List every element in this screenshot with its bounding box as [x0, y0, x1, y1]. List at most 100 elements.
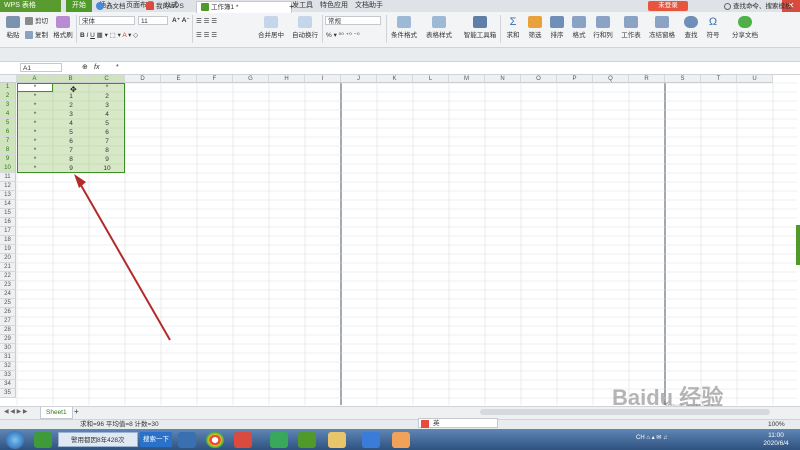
- share-doc-button[interactable]: 分享文档: [728, 14, 762, 39]
- cell-c10[interactable]: 10: [89, 164, 125, 173]
- search-now-button[interactable]: 搜索一下: [140, 432, 172, 447]
- format-painter-button[interactable]: 格式刷: [52, 14, 74, 39]
- paste-button[interactable]: 粘贴: [2, 14, 24, 39]
- row-header-3[interactable]: 3: [0, 101, 16, 110]
- row-col-button[interactable]: 行和列: [590, 14, 616, 39]
- taskbar-ie-window[interactable]: 警用都因8年428次: [58, 432, 138, 447]
- cell-a7[interactable]: *: [17, 137, 53, 146]
- taskbar-p-icon[interactable]: [234, 432, 252, 448]
- cell-c2[interactable]: 2: [89, 92, 125, 101]
- row-header-21[interactable]: 21: [0, 263, 16, 272]
- explorer-icon[interactable]: [328, 432, 346, 448]
- taskbar-app2-icon[interactable]: [392, 432, 410, 448]
- row-header-2[interactable]: 2: [0, 92, 16, 101]
- smart-toolbox-button[interactable]: 智能工具箱: [462, 14, 498, 39]
- font-name-select[interactable]: 宋体: [79, 16, 135, 25]
- cell-b8[interactable]: 7: [53, 146, 89, 155]
- cell-a6[interactable]: *: [17, 128, 53, 137]
- find-button[interactable]: 查找: [680, 14, 702, 39]
- cell-c1[interactable]: *: [89, 83, 125, 92]
- horizontal-scrollbar[interactable]: [480, 409, 770, 415]
- start-button[interactable]: [6, 431, 24, 449]
- row-header-22[interactable]: 22: [0, 272, 16, 281]
- row-header-23[interactable]: 23: [0, 281, 16, 290]
- cell-c7[interactable]: 7: [89, 137, 125, 146]
- freeze-panes-button[interactable]: 冻结窗格: [646, 14, 678, 39]
- column-header-i[interactable]: I: [305, 75, 341, 83]
- wps-menu-button[interactable]: WPS 表格: [0, 0, 61, 12]
- column-header-s[interactable]: S: [665, 75, 701, 83]
- tab-home[interactable]: 开始: [66, 0, 92, 12]
- cell-b3[interactable]: 2: [53, 101, 89, 110]
- row-header-5[interactable]: 5: [0, 119, 16, 128]
- row-header-18[interactable]: 18: [0, 236, 16, 245]
- column-header-g[interactable]: G: [233, 75, 269, 83]
- row-header-1[interactable]: 1: [0, 83, 16, 92]
- column-header-u[interactable]: U: [737, 75, 773, 83]
- row-header-14[interactable]: 14: [0, 200, 16, 209]
- login-button[interactable]: 未登录: [648, 1, 688, 11]
- ime-toolbar[interactable]: 英: [418, 418, 498, 428]
- column-header-e[interactable]: E: [161, 75, 197, 83]
- font-style-buttons[interactable]: B I U ▦ ▾ ⬚ ▾ A ▾ ◇: [80, 31, 138, 41]
- row-header-8[interactable]: 8: [0, 146, 16, 155]
- row-header-13[interactable]: 13: [0, 191, 16, 200]
- tab-cloud-docs[interactable]: 云文档: [92, 1, 130, 12]
- align-top-buttons[interactable]: ☰ ☰ ☰: [196, 17, 217, 27]
- grow-font-button[interactable]: A⁺ A⁻: [172, 16, 190, 26]
- column-header-c[interactable]: C: [89, 75, 125, 83]
- row-header-31[interactable]: 31: [0, 353, 16, 362]
- tab-workbook[interactable]: 工作簿1 *: [196, 1, 292, 13]
- zoom-level[interactable]: 100%: [768, 420, 785, 429]
- number-format-select[interactable]: 常规: [325, 16, 381, 25]
- cell-a2[interactable]: *: [17, 92, 53, 101]
- sort-button[interactable]: 排序: [546, 14, 568, 39]
- table-style-button[interactable]: 表格样式: [423, 14, 455, 39]
- row-header-9[interactable]: 9: [0, 155, 16, 164]
- sheet-tab-sheet1[interactable]: Sheet1: [40, 407, 73, 419]
- wps-writer-icon[interactable]: [362, 432, 380, 448]
- cell-a10[interactable]: *: [17, 164, 53, 173]
- tab-my-wps[interactable]: 我的WPS: [142, 1, 188, 12]
- align-left-buttons[interactable]: ☰ ☰ ☰: [196, 31, 217, 41]
- cell-a1[interactable]: *: [17, 83, 53, 92]
- taskbar-app-icon[interactable]: [34, 432, 52, 448]
- row-header-10[interactable]: 10: [0, 164, 16, 173]
- percent-button[interactable]: % ▾ ⁰⁰ ⁺⁰ ⁻⁰: [326, 31, 360, 41]
- cell-b5[interactable]: 4: [53, 119, 89, 128]
- system-tray-icons[interactable]: CH ⌂ ▴ ✉ ♫: [636, 434, 668, 441]
- cell-a9[interactable]: *: [17, 155, 53, 164]
- row-header-26[interactable]: 26: [0, 308, 16, 317]
- row-header-7[interactable]: 7: [0, 137, 16, 146]
- column-header-m[interactable]: M: [449, 75, 485, 83]
- spreadsheet-grid[interactable]: ABCDEFGHIJKLMNOPQRSTU 1 2 3 4 5 6 7 8 9 10 11 12 13 1…: [0, 75, 800, 405]
- cell-c4[interactable]: 4: [89, 110, 125, 119]
- tab-special[interactable]: 特色应用: [320, 0, 348, 12]
- column-header-q[interactable]: Q: [593, 75, 629, 83]
- row-header-32[interactable]: 32: [0, 362, 16, 371]
- row-header-12[interactable]: 12: [0, 182, 16, 191]
- cell-b9[interactable]: 8: [53, 155, 89, 164]
- row-header-11[interactable]: 11: [0, 173, 16, 182]
- cell-c8[interactable]: 8: [89, 146, 125, 155]
- sheet-nav-buttons[interactable]: ◀ ◀ ▶ ▶: [4, 408, 27, 415]
- row-header-27[interactable]: 27: [0, 317, 16, 326]
- formula-input[interactable]: *: [116, 63, 119, 73]
- cell-a5[interactable]: *: [17, 119, 53, 128]
- cell-a8[interactable]: *: [17, 146, 53, 155]
- row-header-16[interactable]: 16: [0, 218, 16, 227]
- fx-button[interactable]: fx: [94, 63, 99, 73]
- row-header-17[interactable]: 17: [0, 227, 16, 236]
- row-header-30[interactable]: 30: [0, 344, 16, 353]
- cell-a4[interactable]: *: [17, 110, 53, 119]
- tab-doc-assistant[interactable]: 文档助手: [355, 0, 383, 12]
- cut-button[interactable]: 剪切: [25, 17, 48, 27]
- conditional-format-button[interactable]: 条件格式: [388, 14, 420, 39]
- column-header-a[interactable]: A: [17, 75, 53, 83]
- column-header-k[interactable]: K: [377, 75, 413, 83]
- taskbar-green-icon[interactable]: [270, 432, 288, 448]
- font-size-select[interactable]: 11: [138, 16, 168, 25]
- merge-center-button[interactable]: 合并居中: [252, 14, 290, 39]
- row-header-33[interactable]: 33: [0, 371, 16, 380]
- column-header-o[interactable]: O: [521, 75, 557, 83]
